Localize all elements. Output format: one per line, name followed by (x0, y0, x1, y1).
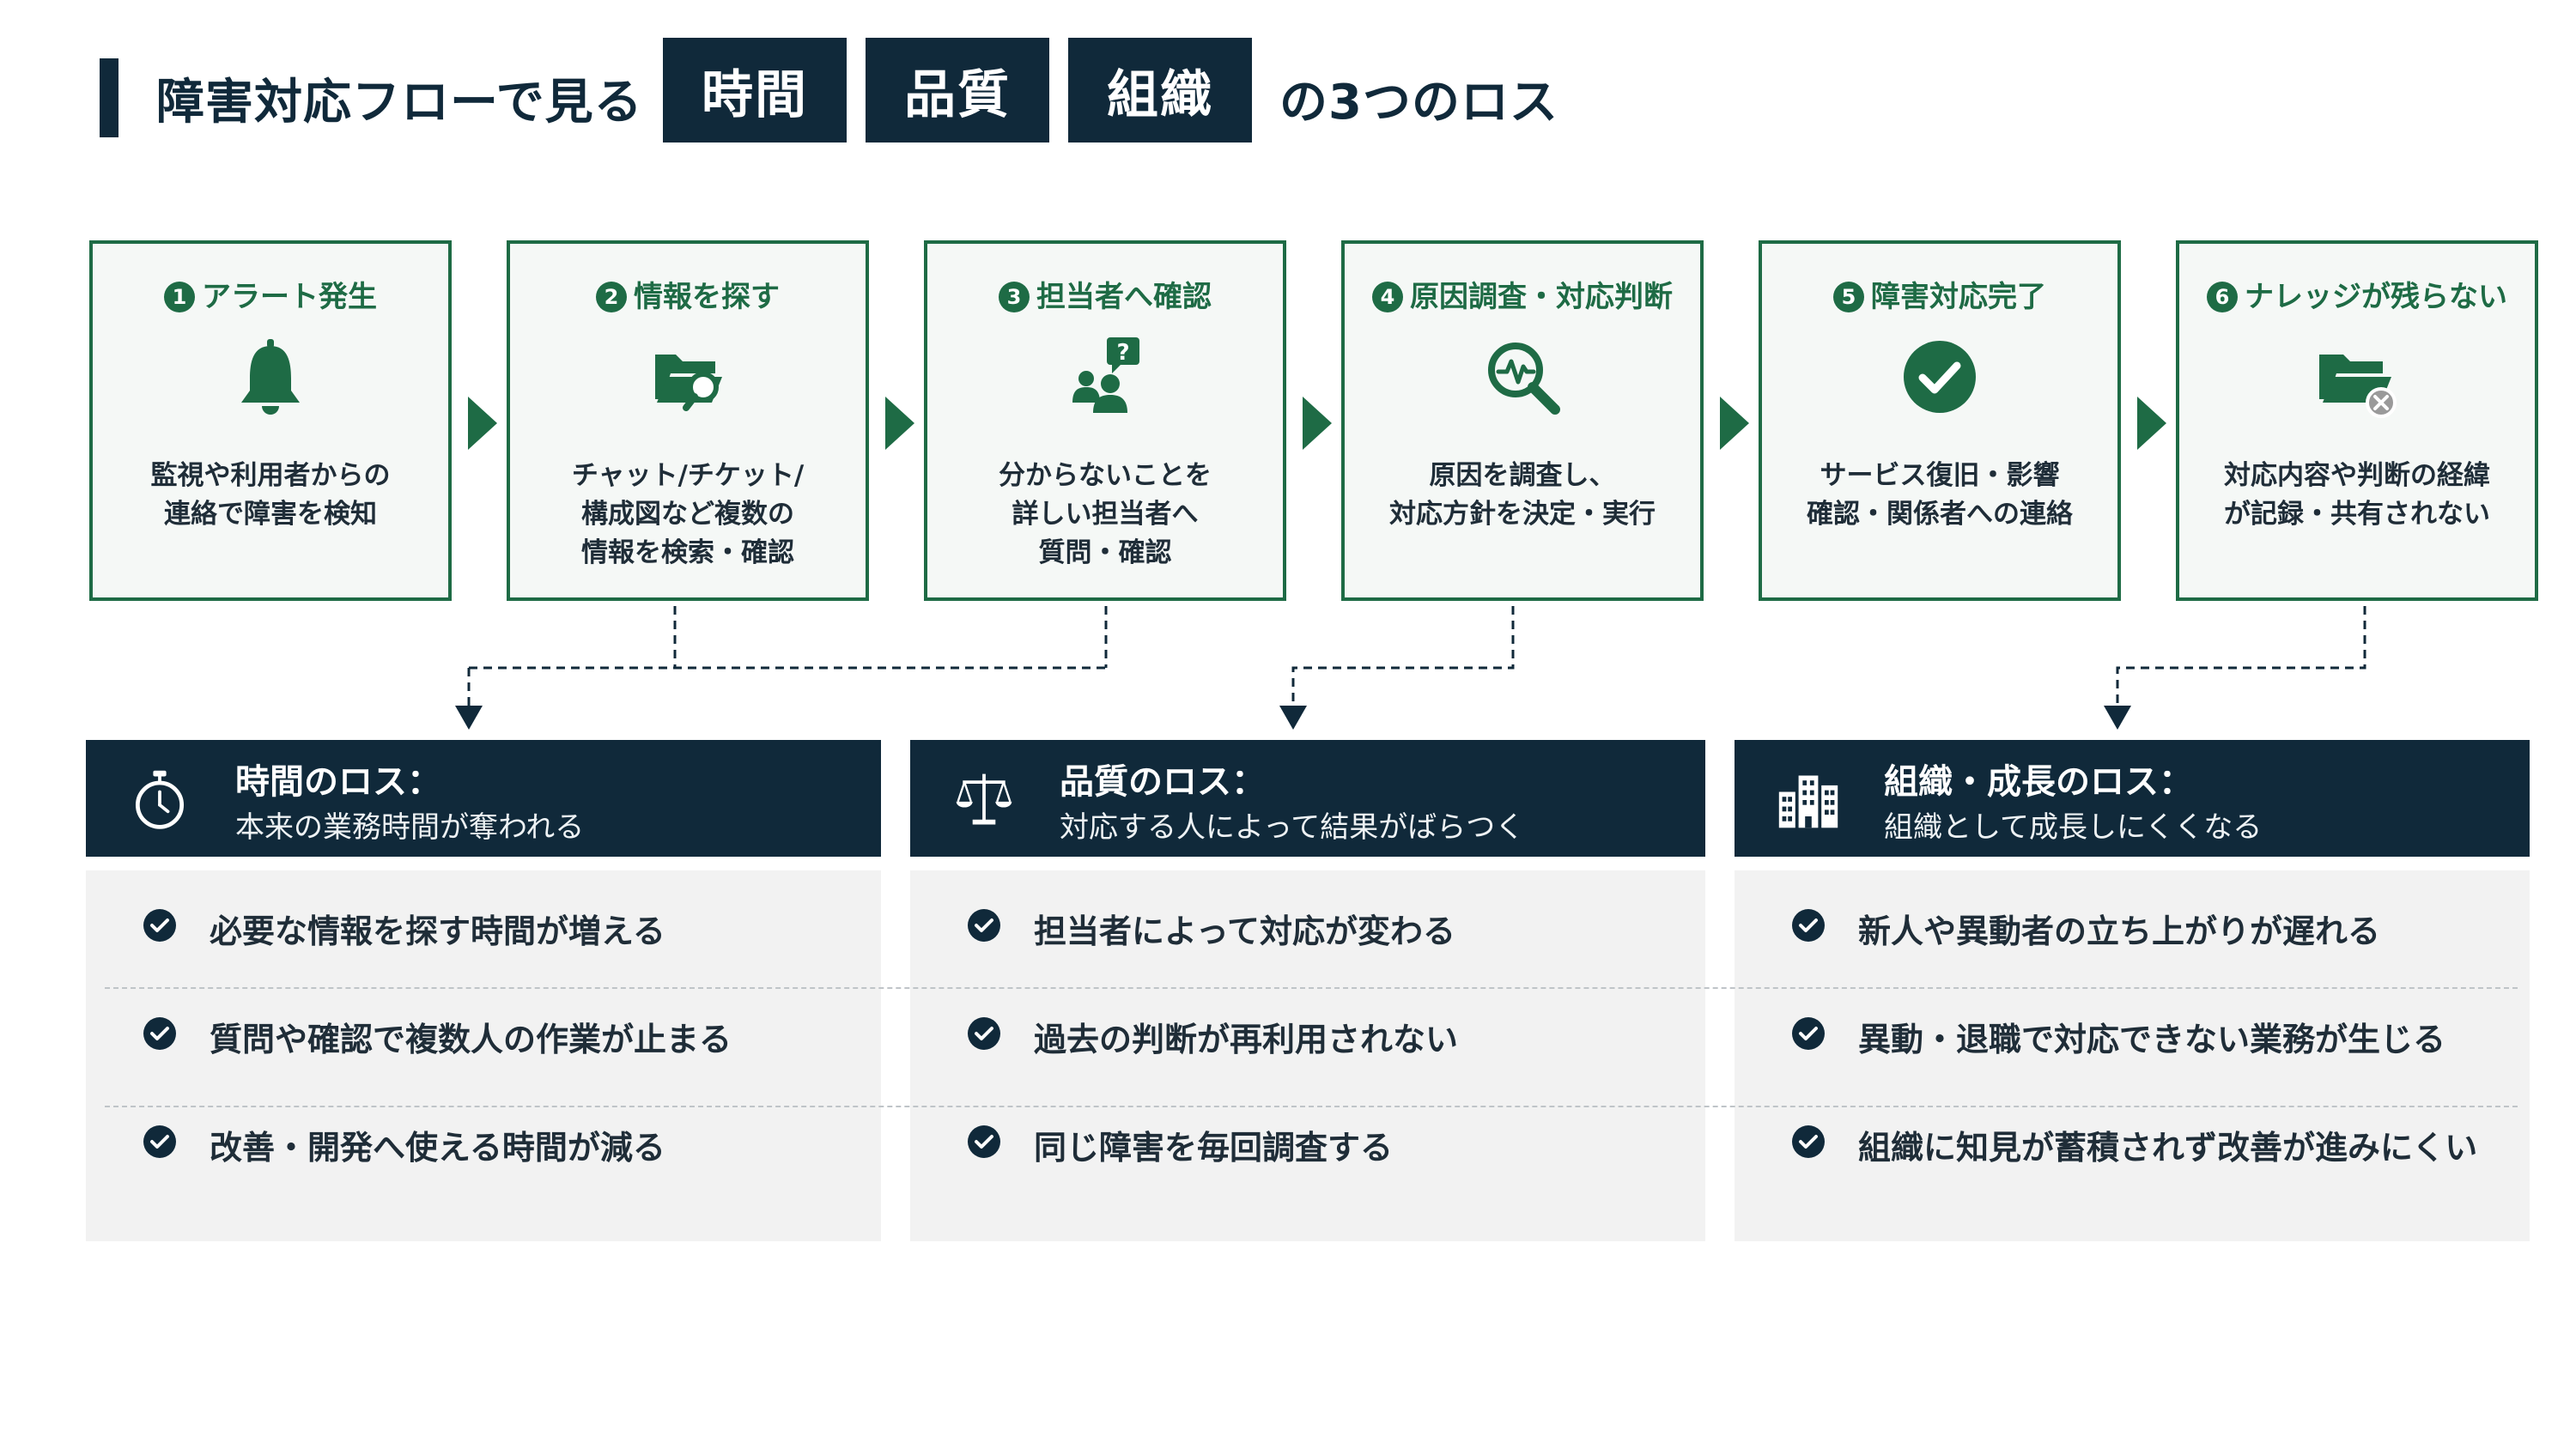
bell-icon (241, 339, 300, 415)
page-title-suffix: の3つのロス (1279, 75, 1558, 130)
check-icon (1792, 1017, 1825, 1050)
step-description: 原因を調査し、 対応方針を決定・実行 (1389, 460, 1656, 530)
check-icon (968, 909, 1000, 942)
check-circle-icon (1904, 341, 1976, 413)
title-keyword-quality: 品質 (866, 38, 1049, 142)
buildings-icon (1778, 775, 1838, 828)
list-item: 同じ障害を毎回調査する (910, 1087, 1705, 1195)
loss-title: 組織・成長のロス： (1884, 762, 2193, 802)
step-description: 監視や利用者からの 連絡で障害を検知 (150, 460, 391, 530)
loss-subtitle: 組織として成長しにくくなる (1884, 810, 2263, 845)
list-item: 組織に知見が蓄積されず改善が進みにくい (1735, 1087, 2530, 1195)
title-keyword-organization: 組織 (1068, 38, 1252, 142)
flow-arrow (2137, 397, 2166, 450)
check-icon (143, 1125, 176, 1158)
step-number: 1 (164, 282, 195, 312)
step-number: 4 (1372, 282, 1403, 312)
connector-arrowhead (455, 706, 483, 730)
svg-text:?: ? (1116, 340, 1129, 366)
people-question-icon: ? (1072, 337, 1139, 413)
loss-card-quality-header: 品質のロス： 対応する人によって結果がばらつく (910, 740, 1705, 857)
list-item: 改善・開発へ使える時間が減る (86, 1087, 881, 1195)
loss-card-time-body: 必要な情報を探す時間が増える 質問や確認で複数人の作業が止まる 改善・開発へ使え… (86, 870, 881, 1241)
list-item-text: 改善・開発へ使える時間が減る (210, 1129, 665, 1167)
check-icon (143, 1017, 176, 1050)
step-title: 1 アラート発生 (93, 273, 448, 315)
title-keyword-time: 時間 (663, 38, 847, 142)
list-item: 必要な情報を探す時間が増える (86, 870, 881, 979)
flow-arrow (468, 397, 497, 450)
list-item-text: 過去の判断が再利用されない (1034, 1021, 1459, 1058)
list-item-text: 異動・退職で対応できない業務が生じる (1858, 1021, 2446, 1058)
connector-line (1291, 606, 1515, 706)
flow-arrow (1720, 397, 1749, 450)
step-description: 分からないことを 詳しい担当者へ 質問・確認 (999, 460, 1212, 568)
list-item-text: 組織に知見が蓄積されず改善が進みにくい (1858, 1129, 2478, 1167)
scales-icon (956, 773, 1012, 825)
list-item: 担当者によって対応が変わる (910, 870, 1705, 979)
step-description: 対応内容や判断の経緯 が記録・共有されない (2224, 460, 2490, 530)
row-divider (105, 1106, 2518, 1107)
list-item-text: 担当者によって対応が変わる (1034, 912, 1455, 950)
step-title: 5 障害対応完了 (1762, 273, 2117, 315)
check-icon (968, 1017, 1000, 1050)
folder-x-icon (2319, 355, 2397, 418)
connector-arrowhead (1279, 706, 1307, 730)
list-item: 質問や確認で複数人の作業が止まる (86, 979, 881, 1087)
flow-step-2: 2 情報を探す チャット/チケット/構成図など複数の 情報を検索・確認 (507, 240, 869, 601)
step-title: 2 情報を探す (510, 273, 866, 315)
loss-card-quality-body: 担当者によって対応が変わる 過去の判断が再利用されない 同じ障害を毎回調査する (910, 870, 1705, 1241)
check-icon (1792, 1125, 1825, 1158)
connector-arrowhead (2104, 706, 2131, 730)
flow-step-1: 1 アラート発生 監視や利用者からの 連絡で障害を検知 (89, 240, 452, 601)
list-item: 過去の判断が再利用されない (910, 979, 1705, 1087)
loss-card-time-header: 時間のロス： 本来の業務時間が奪われる (86, 740, 881, 857)
loss-title: 時間のロス： (235, 762, 441, 802)
step-number: 2 (596, 282, 627, 312)
stopwatch-icon (135, 770, 185, 829)
flow-arrow (1303, 397, 1332, 450)
step-description: サービス復旧・影響 確認・関係者への連絡 (1807, 460, 2073, 530)
check-icon (1792, 909, 1825, 942)
folder-search-icon (655, 355, 722, 411)
list-item-text: 必要な情報を探す時間が増える (210, 912, 665, 950)
step-title: 3 担当者へ確認 (927, 273, 1283, 315)
check-icon (968, 1125, 1000, 1158)
list-item-text: 質問や確認で複数人の作業が止まる (210, 1021, 732, 1058)
list-item-text: 新人や異動者の立ち上がりが遅れる (1858, 912, 2381, 950)
loss-card-organization-body: 新人や異動者の立ち上がりが遅れる 異動・退職で対応できない業務が生じる 組織に知… (1735, 870, 2530, 1241)
magnifier-pulse-icon (1488, 343, 1560, 415)
row-divider (105, 987, 2518, 989)
list-item: 異動・退職で対応できない業務が生じる (1735, 979, 2530, 1087)
loss-title: 品質のロス： (1060, 762, 1266, 802)
loss-subtitle: 対応する人によって結果がばらつく (1060, 810, 1525, 845)
flow-arrow (885, 397, 914, 450)
list-item-text: 同じ障害を毎回調査する (1034, 1129, 1394, 1167)
step-number: 5 (1833, 282, 1864, 312)
flow-step-5: 5 障害対応完了 サービス復旧・影響 確認・関係者への連絡 (1759, 240, 2121, 601)
list-item: 新人や異動者の立ち上がりが遅れる (1735, 870, 2530, 979)
step-title: 4 原因調査・対応判断 (1345, 273, 1700, 315)
flow-step-6: 6 ナレッジが残らない 対応内容や判断の経緯 が記録・共有されない (2176, 240, 2538, 601)
step-description: チャット/チケット/構成図など複数の 情報を検索・確認 (571, 460, 805, 568)
flow-step-4: 4 原因調査・対応判断 原因を調査し、 対応方針を決定・実行 (1341, 240, 1704, 601)
check-icon (143, 909, 176, 942)
connector-line (2116, 606, 2366, 706)
page-title: 障害対応フローで見る (156, 75, 643, 130)
step-number: 6 (2207, 282, 2238, 312)
flow-step-3: 3 担当者へ確認 ? 分からないことを 詳しい担当者へ 質問・確認 (924, 240, 1286, 601)
step-number: 3 (999, 282, 1030, 312)
loss-card-organization-header: 組織・成長のロス： 組織として成長しにくくなる (1735, 740, 2530, 857)
title-accent-bar (100, 58, 118, 137)
loss-subtitle: 本来の業務時間が奪われる (235, 810, 585, 845)
step-title: 6 ナレッジが残らない (2179, 273, 2535, 315)
